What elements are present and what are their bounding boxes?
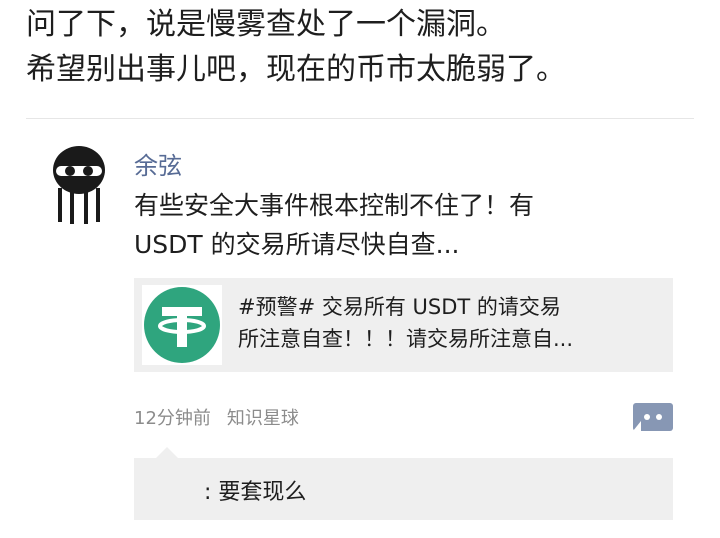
divider [26, 118, 694, 119]
timestamp: 12分钟前 [134, 408, 211, 429]
comment-icon [633, 403, 673, 431]
source-link[interactable]: 知识星球 [227, 408, 299, 429]
author-name[interactable]: 余弦 [134, 146, 182, 181]
repost-text-line: USDT 的交易所请尽快自查... [134, 230, 460, 259]
link-title-line: #预警# 交易所有 USDT 的请交易 [238, 295, 561, 319]
link-title: #预警# 交易所有 USDT 的请交易 所注意自查！！！请交易所注意自... [238, 291, 663, 355]
link-title-line: 所注意自查！！！请交易所注意自... [238, 327, 574, 351]
comment-area: : 要套现么 [134, 447, 673, 520]
repost-text: 有些安全大事件根本控制不住了！有 USDT 的交易所请尽快自查... [134, 186, 674, 264]
post-text-line: 希望别出事儿吧，现在的币市太脆弱了。 [26, 52, 566, 87]
post-text-line: 问了下，说是慢雾查处了一个漏洞。 [26, 7, 506, 42]
link-thumbnail [142, 285, 222, 365]
avatar[interactable] [48, 142, 110, 226]
comment-button[interactable] [633, 403, 673, 431]
comment-text: : 要套现么 [204, 480, 307, 505]
tether-logo-icon [144, 287, 220, 363]
comment-arrow [156, 447, 178, 458]
repost-text-line: 有些安全大事件根本控制不住了！有 [134, 191, 535, 220]
avatar-cartoon-icon [53, 146, 105, 224]
post-body-text: 问了下，说是慢雾查处了一个漏洞。 希望别出事儿吧，现在的币市太脆弱了。 [26, 2, 706, 92]
link-card[interactable]: #预警# 交易所有 USDT 的请交易 所注意自查！！！请交易所注意自... [134, 278, 673, 372]
meta-row: 12分钟前 知识星球 [134, 404, 299, 430]
